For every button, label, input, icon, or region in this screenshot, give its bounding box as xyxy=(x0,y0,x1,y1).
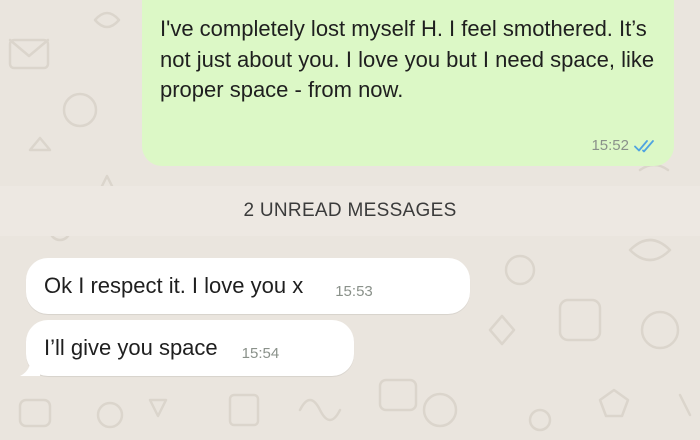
outgoing-message-meta: 15:52 xyxy=(591,137,656,154)
unread-messages-banner: 2 UNREAD MESSAGES xyxy=(0,186,700,236)
incoming-message-bubble[interactable]: Ok I respect it. I love you x 15:53 xyxy=(26,258,470,314)
incoming-bubble-tail xyxy=(20,356,40,376)
incoming-message-time: 15:54 xyxy=(241,344,280,362)
outgoing-message-time: 15:52 xyxy=(591,137,629,154)
outgoing-message-bubble[interactable]: I've completely lost myself H. I feel sm… xyxy=(142,0,674,166)
incoming-message-bubble[interactable]: I’ll give you space 15:54 xyxy=(26,320,354,376)
unread-messages-label: 2 UNREAD MESSAGES xyxy=(243,200,457,221)
outgoing-message-text: I've completely lost myself H. I feel sm… xyxy=(160,16,655,102)
incoming-message-text: I’ll give you space xyxy=(44,335,218,360)
incoming-message-text: Ok I respect it. I love you x xyxy=(44,273,304,298)
double-check-read-icon xyxy=(634,139,654,152)
incoming-message-time: 15:53 xyxy=(335,282,373,300)
